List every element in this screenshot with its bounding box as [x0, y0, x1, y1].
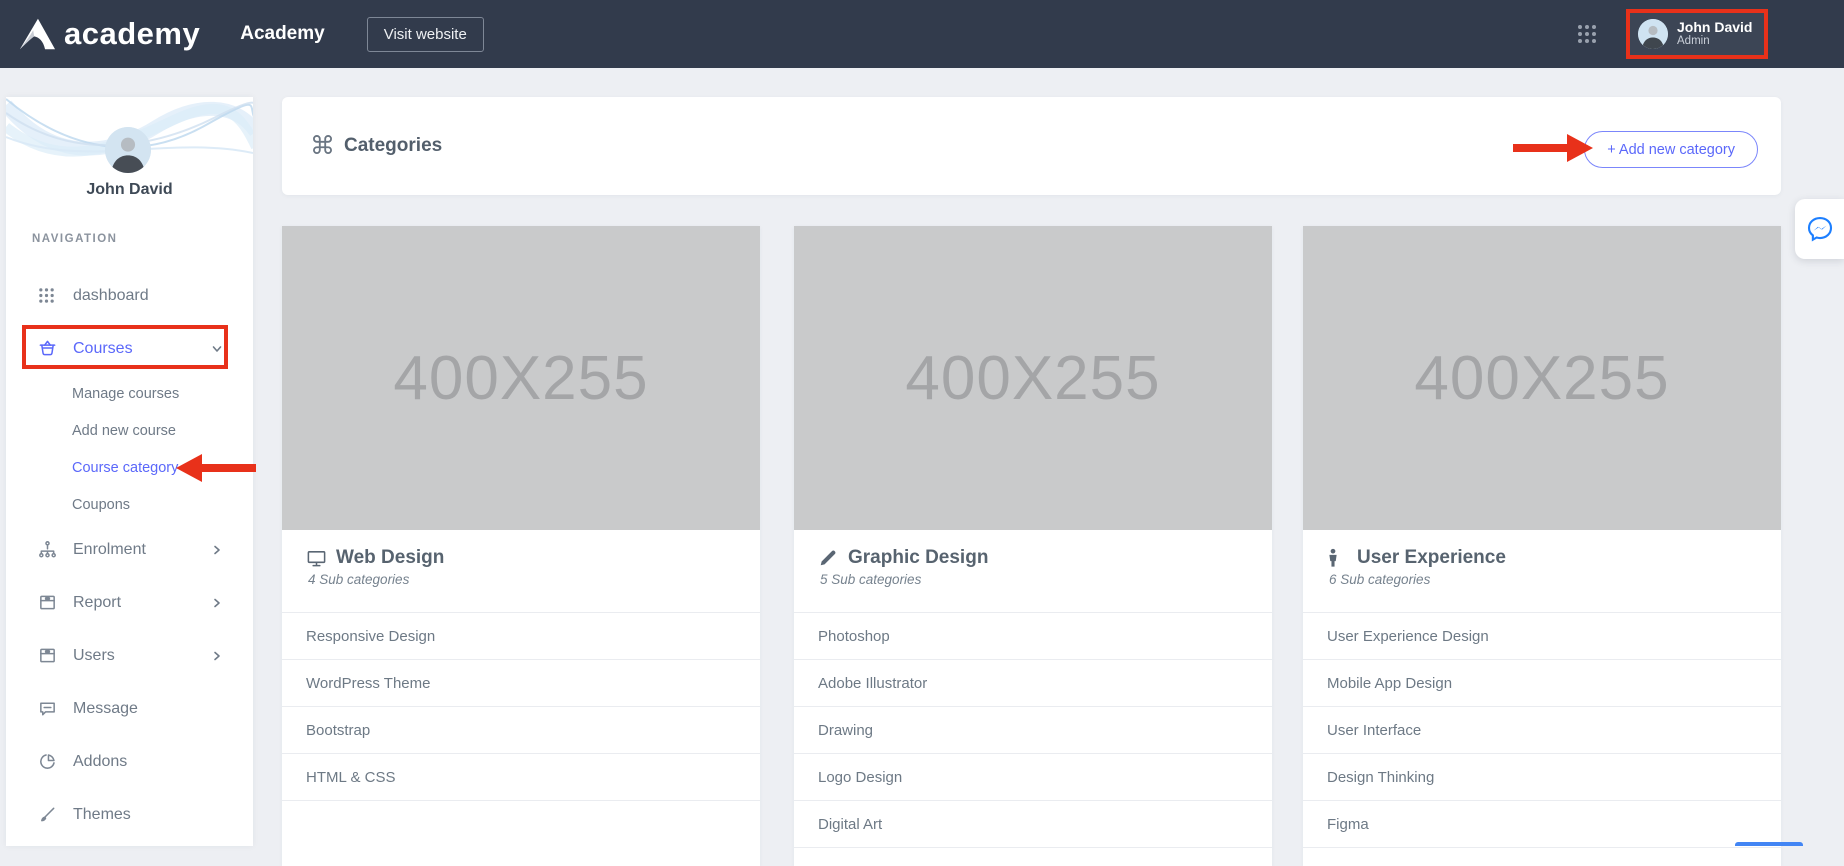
subcategory-row: Figma: [1303, 801, 1781, 848]
sidebar-subitem-label: Add new course: [72, 423, 176, 439]
sidebar-subitem-add-new-course[interactable]: Add new course: [6, 412, 253, 449]
category-image-placeholder: 400X255: [1303, 226, 1781, 530]
sidebar-item-dashboard[interactable]: dashboard: [6, 269, 253, 322]
sidebar-subitem-label: Coupons: [72, 497, 130, 513]
sidebar-item-report[interactable]: Report: [6, 576, 253, 629]
category-subtitle: 6 Sub categories: [1329, 572, 1757, 587]
person-icon: [1327, 548, 1349, 568]
command-icon: ⌘: [310, 134, 335, 159]
sidebar-subitem-coupons[interactable]: Coupons: [6, 486, 253, 523]
subcategory-row: User Interface: [1303, 707, 1781, 754]
subcategory-row: User Experience Design: [1303, 613, 1781, 660]
subcategory-row: Adobe Illustrator: [794, 660, 1272, 707]
sidebar-item-label: Users: [73, 647, 115, 665]
category-title: Web Design: [336, 547, 444, 569]
subcategory-row: Digital Art: [794, 801, 1272, 848]
sidebar-avatar: [105, 127, 151, 173]
sidebar-item-enrolment[interactable]: Enrolment: [6, 523, 253, 576]
basket-icon: [38, 339, 58, 358]
messenger-button[interactable]: [1795, 199, 1844, 259]
sidebar-subitem-label: Course category: [72, 460, 178, 476]
page-header-card: ⌘ Categories + Add new category: [282, 97, 1781, 195]
sidebar-nav: dashboard Courses Manage courses Add new…: [6, 269, 253, 841]
category-card-graphic-design: 400X255 Graphic Design 5 Sub categories …: [794, 226, 1272, 866]
navbar-user-name: John David: [1677, 19, 1752, 35]
sidebar-item-label: Addons: [73, 753, 127, 771]
top-navbar: academy Academy Visit website John David…: [0, 0, 1844, 68]
subcategory-row: WordPress Theme: [282, 660, 760, 707]
user-menu[interactable]: John David Admin: [1626, 9, 1768, 59]
category-image-placeholder: 400X255: [282, 226, 760, 530]
archive-icon: [38, 646, 58, 665]
sidebar-item-label: Courses: [73, 340, 133, 358]
subcategory-row: Design Thinking: [1303, 754, 1781, 801]
chevron-right-icon: [211, 544, 223, 556]
sidebar-subitem-label: Manage courses: [72, 386, 179, 402]
sidebar-item-users[interactable]: Users: [6, 629, 253, 682]
grid-dots-icon: [38, 287, 58, 304]
subcategory-row: HTML & CSS: [282, 754, 760, 801]
sidebar-item-message[interactable]: Message: [6, 682, 253, 735]
sidebar-item-addons[interactable]: Addons: [6, 735, 253, 788]
sidebar-item-label: Report: [73, 594, 121, 612]
apps-grid-icon[interactable]: [1576, 23, 1598, 45]
sidebar-subitem-manage-courses[interactable]: Manage courses: [6, 375, 253, 412]
sidebar-item-label: Message: [73, 700, 138, 718]
sidebar: John David NAVIGATION dashboard Courses …: [6, 97, 253, 846]
visit-website-button[interactable]: Visit website: [367, 17, 484, 52]
category-title: Graphic Design: [848, 547, 988, 569]
archive-icon: [38, 593, 58, 612]
subcategory-row: Mobile App Design: [1303, 660, 1781, 707]
subcategory-row: Logo Design: [794, 754, 1272, 801]
bottom-cut-element: [1735, 842, 1803, 846]
sidebar-subitem-course-category[interactable]: Course category: [6, 449, 253, 486]
sidebar-user-name: John David: [6, 181, 253, 199]
sidebar-item-label: dashboard: [73, 287, 149, 305]
brush-icon: [38, 805, 58, 824]
messenger-icon: [1805, 214, 1835, 244]
chevron-down-icon: [211, 343, 223, 355]
category-subtitle: 5 Sub categories: [820, 572, 1248, 587]
page-title: Categories: [344, 135, 442, 157]
sidebar-item-themes[interactable]: Themes: [6, 788, 253, 841]
chevron-right-icon: [211, 650, 223, 662]
app-logo[interactable]: academy: [18, 16, 200, 52]
category-title: User Experience: [1357, 547, 1506, 569]
avatar: [1638, 19, 1668, 49]
pencil-icon: [818, 548, 840, 568]
category-subtitle: 4 Sub categories: [308, 572, 736, 587]
chevron-right-icon: [211, 597, 223, 609]
navbar-user-role: Admin: [1677, 35, 1752, 48]
academy-logo-icon: [18, 17, 56, 51]
subcategory-row: Responsive Design: [282, 613, 760, 660]
category-card-web-design: 400X255 Web Design 4 Sub categories Resp…: [282, 226, 760, 866]
category-image-placeholder: 400X255: [794, 226, 1272, 530]
site-name: Academy: [240, 23, 325, 45]
pie-icon: [38, 752, 58, 771]
subcategory-row: Bootstrap: [282, 707, 760, 754]
subcategory-row: Drawing: [794, 707, 1272, 754]
monitor-icon: [306, 548, 328, 569]
sidebar-item-label: Enrolment: [73, 541, 146, 559]
sidebar-item-courses[interactable]: Courses: [6, 322, 253, 375]
subcategory-row: Photoshop: [794, 613, 1272, 660]
sidebar-item-label: Themes: [73, 806, 131, 824]
add-new-category-button[interactable]: + Add new category: [1584, 131, 1758, 168]
category-card-user-experience: 400X255 User Experience 6 Sub categories…: [1303, 226, 1781, 866]
brand-text: academy: [64, 16, 200, 52]
sitemap-icon: [38, 540, 58, 559]
chat-icon: [38, 699, 58, 718]
sidebar-section-label: NAVIGATION: [32, 233, 118, 245]
